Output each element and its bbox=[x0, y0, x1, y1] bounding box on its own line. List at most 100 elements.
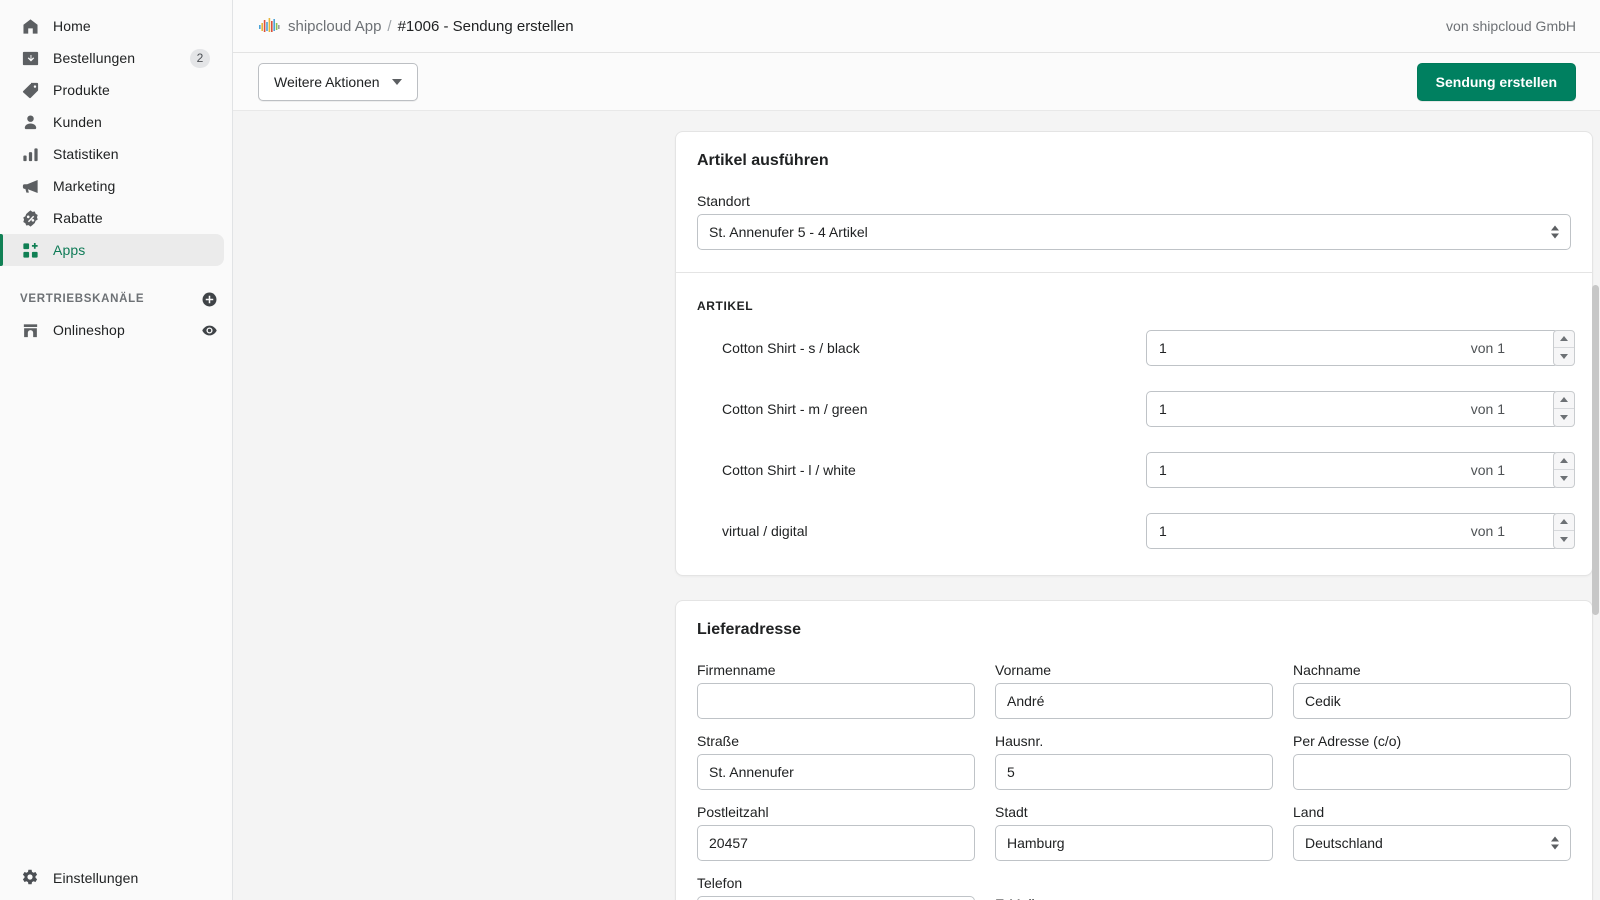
item-name: Cotton Shirt - s / black bbox=[722, 340, 860, 356]
quantity-input[interactable] bbox=[1146, 391, 1559, 427]
eye-icon[interactable] bbox=[201, 322, 218, 339]
quantity-input[interactable] bbox=[1146, 452, 1559, 488]
apps-plus-icon bbox=[20, 240, 40, 260]
page-scroll-area[interactable]: Artikel ausführen Standort ARTIKEL bbox=[233, 111, 1600, 900]
land-select-wrapper bbox=[1293, 825, 1571, 861]
sidebar-item-label: Produkte bbox=[53, 82, 110, 98]
sidebar-item-produkte[interactable]: Produkte bbox=[0, 74, 224, 106]
scrollbar-thumb[interactable] bbox=[1592, 285, 1599, 615]
sidebar-item-home[interactable]: Home bbox=[0, 10, 224, 42]
strasse-input[interactable] bbox=[697, 754, 975, 790]
quantity-input[interactable] bbox=[1146, 330, 1559, 366]
field-label: Telefon bbox=[697, 875, 975, 891]
sidebar-item-bestellungen[interactable]: Bestellungen 2 bbox=[0, 42, 224, 74]
field-vorname: Vorname bbox=[995, 662, 1273, 719]
postleitzahl-input[interactable] bbox=[697, 825, 975, 861]
fulfillment-card-title: Artikel ausführen bbox=[697, 152, 1571, 170]
stepper-decrement-button[interactable] bbox=[1554, 408, 1574, 426]
field-per-adresse: Per Adresse (c/o) bbox=[1293, 733, 1571, 790]
sidebar-item-marketing[interactable]: Marketing bbox=[0, 170, 224, 202]
vorname-input[interactable] bbox=[995, 683, 1273, 719]
standort-select[interactable] bbox=[697, 214, 1571, 250]
person-icon bbox=[20, 112, 40, 132]
storefront-icon bbox=[20, 320, 40, 340]
sidebar-item-label: Statistiken bbox=[53, 146, 119, 162]
stadt-input[interactable] bbox=[995, 825, 1273, 861]
sidebar-item-label: Onlineshop bbox=[53, 322, 125, 338]
item-row: Cotton Shirt - s / black von 1 bbox=[676, 317, 1592, 378]
create-shipment-button[interactable]: Sendung erstellen bbox=[1417, 63, 1576, 101]
sidebar-item-label: Marketing bbox=[53, 178, 115, 194]
stepper-decrement-button[interactable] bbox=[1554, 530, 1574, 548]
per-adresse-input[interactable] bbox=[1293, 754, 1571, 790]
land-select[interactable] bbox=[1293, 825, 1571, 861]
stepper-decrement-button[interactable] bbox=[1554, 469, 1574, 487]
stepper-decrement-button[interactable] bbox=[1554, 347, 1574, 365]
sidebar-item-apps[interactable]: Apps bbox=[0, 234, 224, 266]
quantity-input[interactable] bbox=[1146, 513, 1559, 549]
firmenname-input[interactable] bbox=[697, 683, 975, 719]
megaphone-icon bbox=[20, 176, 40, 196]
field-telefon: Telefon bbox=[697, 875, 975, 900]
orders-inbox-icon bbox=[20, 48, 40, 68]
sidebar-badge-bestellungen: 2 bbox=[190, 49, 210, 68]
item-row: Cotton Shirt - l / white von 1 bbox=[676, 439, 1592, 500]
stepper-buttons[interactable] bbox=[1553, 391, 1575, 427]
gear-icon bbox=[20, 868, 40, 888]
section-title: VERTRIEBSKANÄLE bbox=[20, 293, 144, 305]
sidebar-section-vertriebskanaele: VERTRIEBSKANÄLE bbox=[0, 284, 232, 314]
item-name: Cotton Shirt - l / white bbox=[722, 462, 856, 478]
field-label: Postleitzahl bbox=[697, 804, 975, 820]
stepper-increment-button[interactable] bbox=[1554, 453, 1574, 470]
content-column: Artikel ausführen Standort ARTIKEL bbox=[675, 131, 1593, 900]
stepper-increment-button[interactable] bbox=[1554, 392, 1574, 409]
stepper-increment-button[interactable] bbox=[1554, 331, 1574, 348]
more-actions-button[interactable]: Weitere Aktionen bbox=[258, 63, 418, 101]
shipcloud-bars-logo-icon bbox=[258, 16, 280, 36]
action-bar: Weitere Aktionen Sendung erstellen bbox=[233, 53, 1600, 111]
sidebar-item-label: Rabatte bbox=[53, 210, 103, 226]
field-label: Vorname bbox=[995, 662, 1273, 678]
sidebar-item-label: Kunden bbox=[53, 114, 102, 130]
discount-percent-icon bbox=[20, 208, 40, 228]
field-firmenname: Firmenname bbox=[697, 662, 975, 719]
field-strasse: Straße bbox=[697, 733, 975, 790]
plus-circle-icon[interactable] bbox=[201, 291, 218, 308]
breadcrumb-app-name[interactable]: shipcloud App bbox=[288, 18, 381, 35]
home-icon bbox=[20, 16, 40, 36]
breadcrumb-separator: / bbox=[387, 18, 391, 35]
artikel-subheading: ARTIKEL bbox=[676, 273, 1592, 317]
stepper-increment-button[interactable] bbox=[1554, 514, 1574, 531]
telefon-input[interactable] bbox=[697, 896, 975, 900]
hausnr-input[interactable] bbox=[995, 754, 1273, 790]
field-postleitzahl: Postleitzahl bbox=[697, 804, 975, 861]
sidebar-item-kunden[interactable]: Kunden bbox=[0, 106, 224, 138]
stepper-buttons[interactable] bbox=[1553, 452, 1575, 488]
sidebar-item-einstellungen[interactable]: Einstellungen bbox=[0, 856, 232, 900]
stepper-buttons[interactable] bbox=[1553, 513, 1575, 549]
sidebar-item-label: Home bbox=[53, 18, 91, 34]
item-name: virtual / digital bbox=[722, 523, 808, 539]
sidebar-item-statistiken[interactable]: Statistiken bbox=[0, 138, 224, 170]
more-actions-label: Weitere Aktionen bbox=[274, 74, 380, 90]
breadcrumb: shipcloud App / #1006 - Sendung erstelle… bbox=[258, 16, 574, 36]
vertical-scrollbar[interactable] bbox=[1592, 207, 1599, 900]
item-row: virtual / digital von 1 bbox=[676, 500, 1592, 561]
stepper-buttons[interactable] bbox=[1553, 330, 1575, 366]
sidebar-item-rabatte[interactable]: Rabatte bbox=[0, 202, 224, 234]
app-topbar: shipcloud App / #1006 - Sendung erstelle… bbox=[233, 0, 1600, 53]
fulfillment-card: Artikel ausführen Standort ARTIKEL bbox=[675, 131, 1593, 576]
app-owner-label: von shipcloud GmbH bbox=[1446, 18, 1576, 34]
field-label: Firmenname bbox=[697, 662, 975, 678]
delivery-address-card: Lieferadresse Firmenname Vorname bbox=[675, 600, 1593, 900]
nachname-input[interactable] bbox=[1293, 683, 1571, 719]
sidebar-item-label: Bestellungen bbox=[53, 50, 135, 66]
bar-chart-icon bbox=[20, 144, 40, 164]
sidebar-item-label: Einstellungen bbox=[53, 870, 138, 886]
app-root: Home Bestellungen 2 Produkte Kunden bbox=[0, 0, 1600, 900]
field-label: Stadt bbox=[995, 804, 1273, 820]
quantity-stepper: von 1 bbox=[1146, 513, 1559, 549]
sidebar-item-onlineshop[interactable]: Onlineshop bbox=[0, 314, 232, 346]
main-area: shipcloud App / #1006 - Sendung erstelle… bbox=[233, 0, 1600, 900]
field-label: Hausnr. bbox=[995, 733, 1273, 749]
